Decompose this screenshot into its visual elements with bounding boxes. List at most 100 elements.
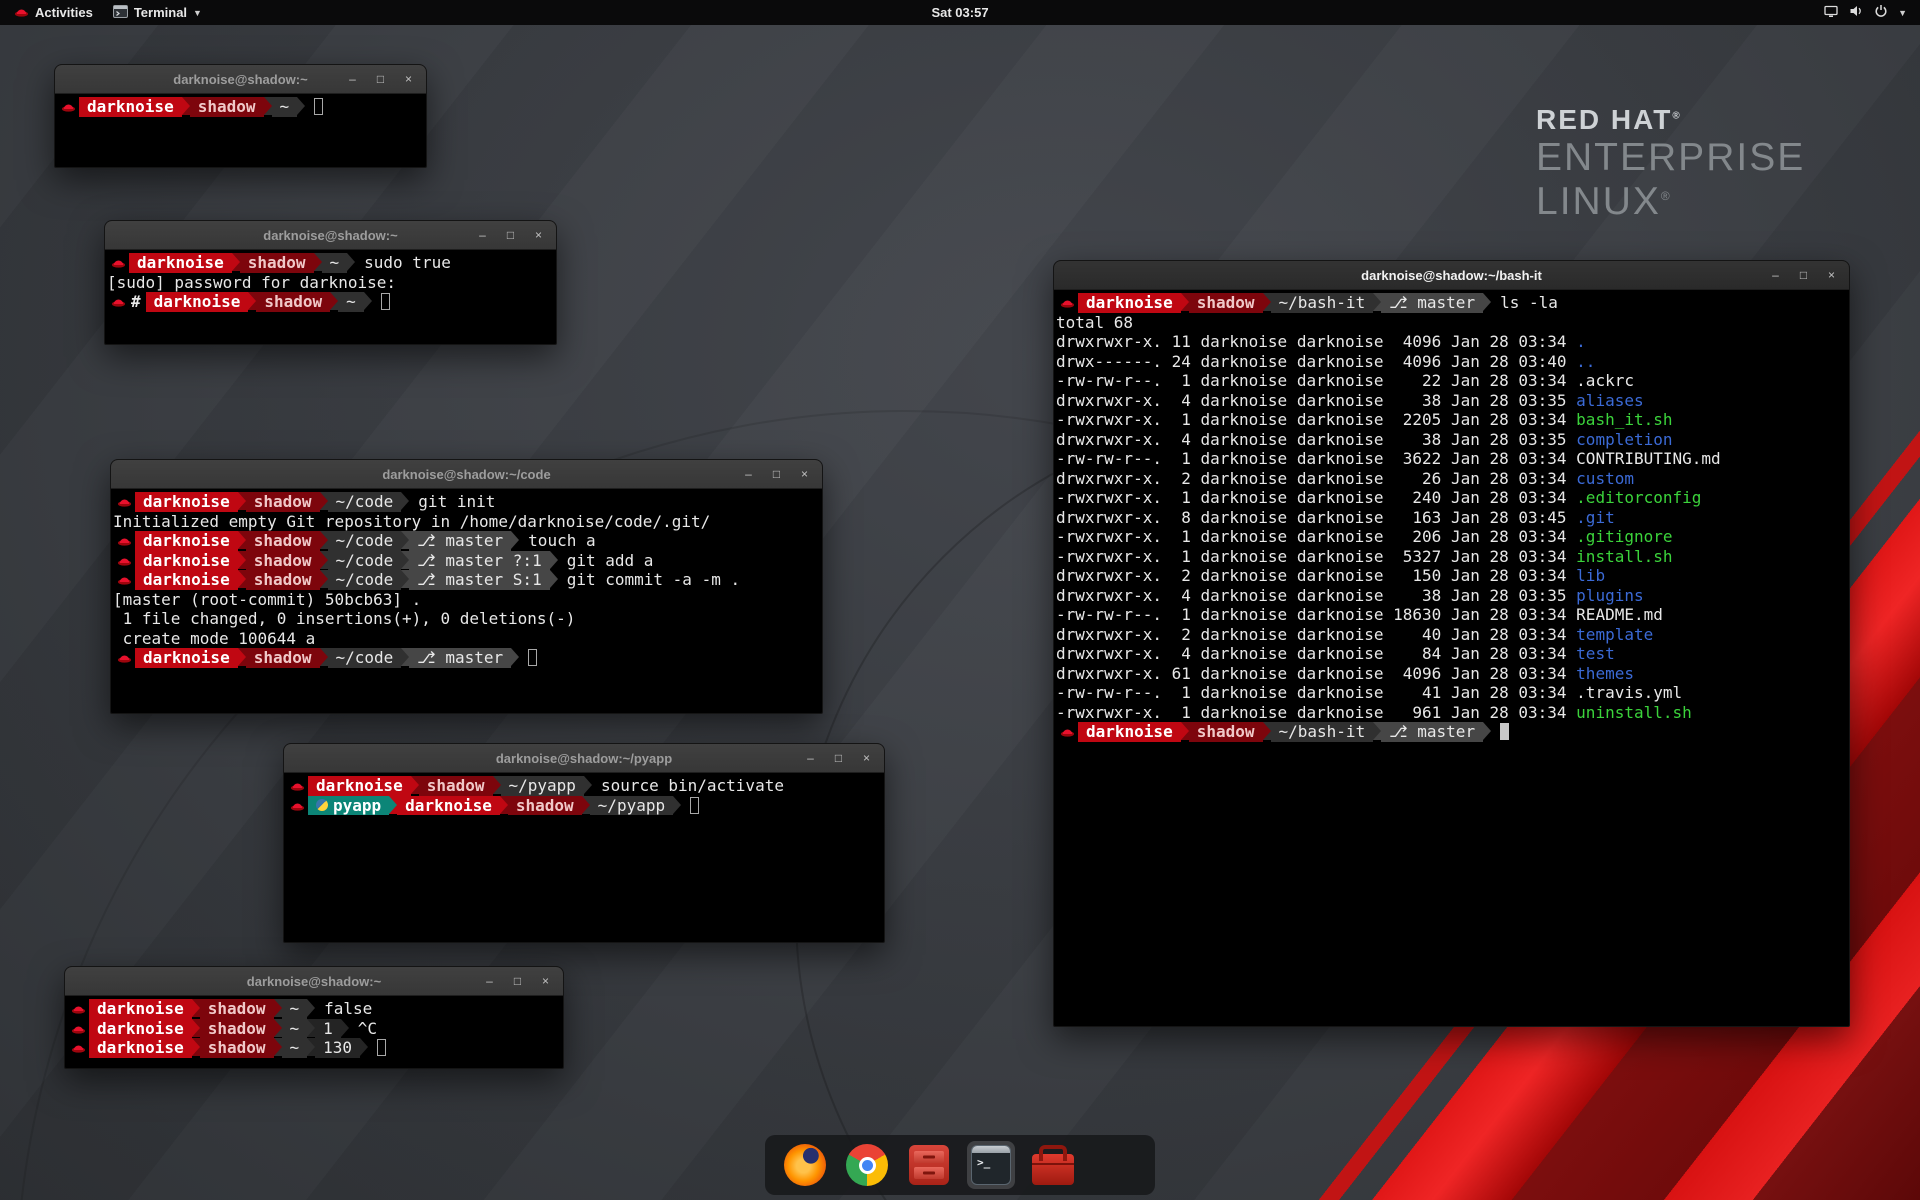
dock-item-firefox[interactable]: [781, 1141, 829, 1189]
redhat-icon: [1058, 722, 1076, 742]
powerline-arrow-icon: [1181, 722, 1189, 740]
window-titlebar[interactable]: darknoise@shadow:~–□×: [105, 221, 556, 250]
dock-item-chrome[interactable]: [843, 1141, 891, 1189]
display-icon: [1823, 3, 1839, 22]
minimize-button[interactable]: –: [741, 460, 756, 489]
chrome-dot: [862, 1160, 873, 1171]
window-titlebar[interactable]: darknoise@shadow:~/code–□×: [111, 460, 822, 489]
terminal-content[interactable]: darknoiseshadow~/pyappsource bin/activat…: [284, 773, 884, 942]
maximize-button[interactable]: □: [831, 744, 846, 773]
powerline-arrow-icon: [511, 648, 519, 666]
powerline-arrow-icon: [232, 253, 240, 271]
window-titlebar[interactable]: darknoise@shadow:~–□×: [55, 65, 426, 94]
minimize-button[interactable]: –: [345, 65, 360, 94]
close-button[interactable]: ×: [531, 221, 546, 250]
close-button[interactable]: ×: [859, 744, 874, 773]
prompt-segment-host: shadow: [256, 292, 330, 312]
terminal-app-icon: [113, 5, 128, 21]
dock-item-toolbox[interactable]: [1029, 1141, 1077, 1189]
powerline-arrow-icon: [360, 1038, 368, 1056]
powerline-arrow-icon: [307, 1038, 315, 1056]
terminal-content[interactable]: darknoiseshadow~/bash-it⎇ masterls -lato…: [1054, 290, 1849, 1026]
terminal-icon-titlebar: [972, 1146, 1010, 1153]
system-status-area[interactable]: ▼: [1810, 0, 1920, 25]
terminal-content[interactable]: darknoiseshadow~sudo true[sudo] password…: [105, 250, 556, 344]
file-name: custom: [1576, 469, 1634, 488]
terminal-content[interactable]: darknoiseshadow~: [55, 94, 426, 167]
window-titlebar[interactable]: darknoise@shadow:~/pyapp–□×: [284, 744, 884, 773]
prompt-line: darknoiseshadow~/codegit init: [113, 492, 820, 512]
minimize-button[interactable]: –: [482, 967, 497, 996]
activities-button[interactable]: Activities: [4, 0, 103, 25]
file-attributes: drwxrwxr-x. 4 darknoise darknoise 38 Jan…: [1056, 430, 1576, 449]
powerline-arrow-icon: [1373, 722, 1381, 740]
powerline-arrow-icon: [582, 796, 590, 814]
top-bar: Activities Terminal ▼ Sat 03:57 ▼: [0, 0, 1920, 25]
file-attributes: drwxrwxr-x. 4 darknoise darknoise 38 Jan…: [1056, 586, 1576, 605]
prompt-segment-git: ⎇ master: [1381, 722, 1483, 742]
file-name: install.sh: [1576, 547, 1672, 566]
maximize-button[interactable]: □: [1796, 261, 1811, 290]
maximize-button[interactable]: □: [510, 967, 525, 996]
desktop: RED HAT® ENTERPRISE LINUX® darknoise@sha…: [0, 0, 1920, 1200]
redhat-icon: [69, 1019, 87, 1039]
minimize-button[interactable]: –: [1768, 261, 1783, 290]
minimize-button[interactable]: –: [475, 221, 490, 250]
file-list-row: -rwxrwxr-x. 1 darknoise darknoise 5327 J…: [1056, 547, 1847, 567]
redhat-icon: [115, 551, 133, 571]
file-list-row: drwxrwxr-x. 61 darknoise darknoise 4096 …: [1056, 664, 1847, 684]
terminal-icon-prompt: >_: [972, 1153, 1010, 1184]
chrome-hub: [859, 1157, 876, 1174]
maximize-button[interactable]: □: [503, 221, 518, 250]
prompt-segment-user: darknoise: [89, 999, 192, 1019]
file-list-row: drwxrwxr-x. 4 darknoise darknoise 38 Jan…: [1056, 391, 1847, 411]
window-titlebar[interactable]: darknoise@shadow:~–□×: [65, 967, 563, 996]
file-attributes: drwxrwxr-x. 4 darknoise darknoise 38 Jan…: [1056, 391, 1576, 410]
powerline-arrow-icon: [330, 292, 338, 310]
file-list-row: drwxrwxr-x. 2 darknoise darknoise 40 Jan…: [1056, 625, 1847, 645]
prompt-line: darknoiseshadow~false: [67, 999, 561, 1019]
app-menu-button[interactable]: Terminal ▼: [103, 0, 212, 25]
minimize-button[interactable]: –: [803, 744, 818, 773]
powerline-arrow-icon: [584, 776, 592, 794]
maximize-button[interactable]: □: [373, 65, 388, 94]
dock: >_: [765, 1135, 1155, 1195]
prompt-segment-path: ~: [282, 1019, 308, 1039]
file-name: lib: [1576, 566, 1605, 585]
powerline-arrow-icon: [182, 97, 190, 115]
close-button[interactable]: ×: [538, 967, 553, 996]
prompt-segment-host: shadow: [246, 570, 320, 590]
prompt-segment-host: shadow: [1189, 293, 1263, 313]
file-name: README.md: [1576, 605, 1663, 624]
prompt-segment-host: shadow: [200, 1019, 274, 1039]
file-attributes: -rw-rw-r--. 1 darknoise darknoise 41 Jan…: [1056, 683, 1576, 702]
window-titlebar[interactable]: darknoise@shadow:~/bash-it–□×: [1054, 261, 1849, 290]
volume-icon: [1848, 3, 1864, 22]
powerline-arrow-icon: [192, 1038, 200, 1056]
powerline-arrow-icon: [238, 531, 246, 549]
toolbox-icon: [1032, 1154, 1074, 1185]
close-button[interactable]: ×: [401, 65, 416, 94]
clock[interactable]: Sat 03:57: [931, 0, 988, 25]
prompt-line: darknoiseshadow~/bash-it⎇ masterls -la: [1056, 293, 1847, 313]
prompt-segment-git: ⎇ master: [409, 648, 511, 668]
dock-item-app-grid[interactable]: [1091, 1141, 1139, 1189]
close-button[interactable]: ×: [1824, 261, 1839, 290]
powerline-arrow-icon: [274, 999, 282, 1017]
terminal-window-1: darknoise@shadow:~–□×darknoiseshadow~: [54, 64, 427, 168]
file-list-row: drwxrwxr-x. 4 darknoise darknoise 38 Jan…: [1056, 430, 1847, 450]
dock-item-terminal[interactable]: >_: [967, 1141, 1015, 1189]
file-name: .: [1576, 332, 1586, 351]
prompt-segment-host: shadow: [246, 531, 320, 551]
file-name: .gitignore: [1576, 527, 1672, 546]
firefox-icon: [784, 1144, 826, 1186]
terminal-content[interactable]: darknoiseshadow~/codegit initInitialized…: [111, 489, 822, 713]
terminal-content[interactable]: darknoiseshadow~falsedarknoiseshadow~1^C…: [65, 996, 563, 1068]
dock-item-files[interactable]: [905, 1141, 953, 1189]
prompt-segment-path: ~/code: [328, 492, 402, 512]
file-list-row: -rwxrwxr-x. 1 darknoise darknoise 961 Ja…: [1056, 703, 1847, 723]
close-button[interactable]: ×: [797, 460, 812, 489]
file-name: ..: [1576, 352, 1595, 371]
prompt-segment-git: ⎇ master ?:1: [409, 551, 549, 571]
maximize-button[interactable]: □: [769, 460, 784, 489]
